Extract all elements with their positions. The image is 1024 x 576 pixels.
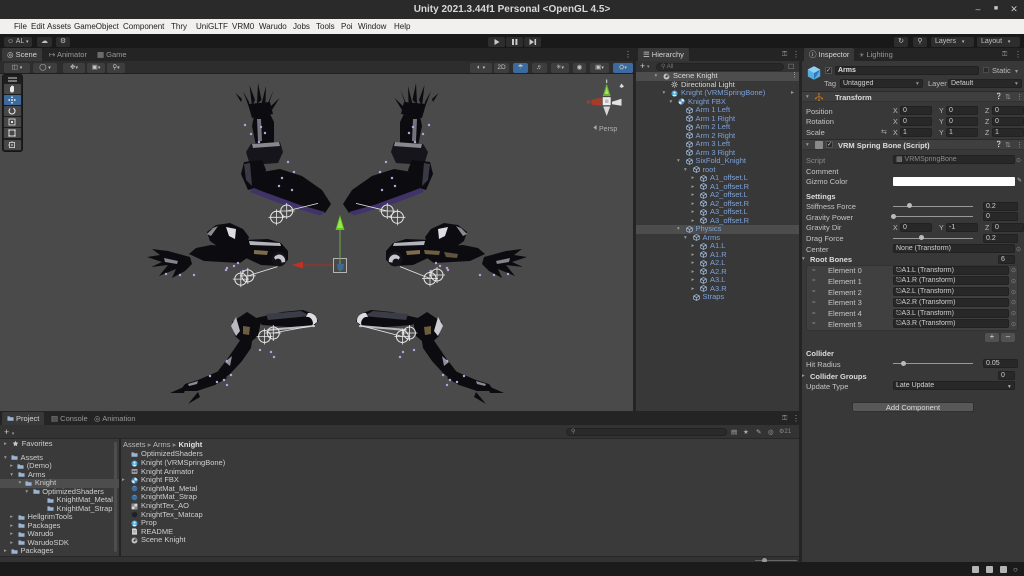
svg-text:Persp: Persp — [599, 126, 617, 133]
